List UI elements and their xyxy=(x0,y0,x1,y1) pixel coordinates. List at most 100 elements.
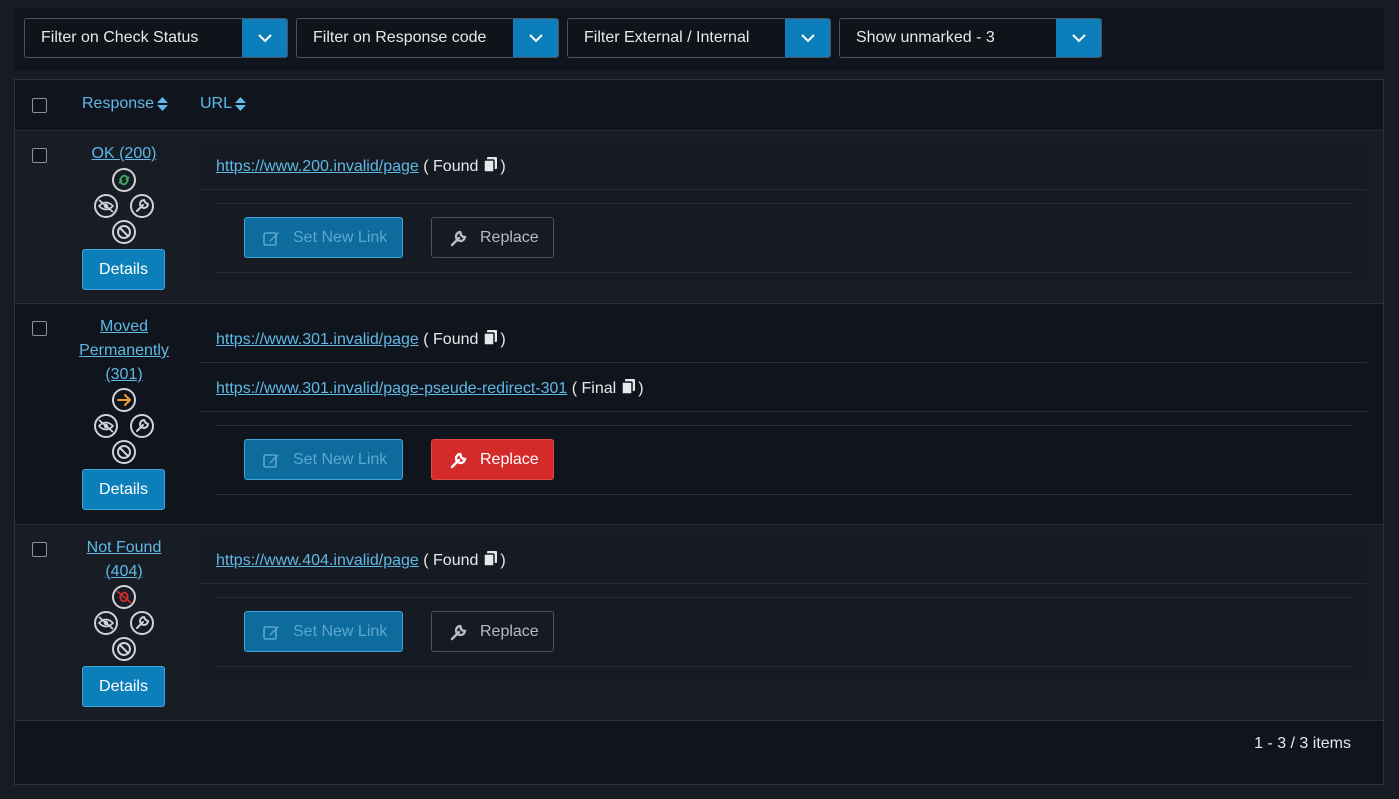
column-header-url[interactable]: URL xyxy=(200,95,247,113)
eye-slash-icon[interactable] xyxy=(93,193,119,219)
ban-icon[interactable] xyxy=(111,439,137,465)
replace-label: Replace xyxy=(480,229,539,246)
copy-icon[interactable] xyxy=(621,378,636,395)
ban-icon[interactable] xyxy=(111,219,137,245)
broken-link-icon xyxy=(112,585,136,609)
table-row: Not Found (404) Details https://www.404.… xyxy=(15,525,1383,721)
filter-show-unmarked-toggle[interactable] xyxy=(1056,19,1101,57)
copy-icon[interactable] xyxy=(483,550,498,567)
response-link[interactable]: Not Found (404) xyxy=(87,539,162,580)
url-line: https://www.200.invalid/page ( Found) xyxy=(200,142,1367,190)
set-new-link-label: Set New Link xyxy=(293,623,388,640)
url-line: https://www.301.invalid/page-pseude-redi… xyxy=(200,364,1367,412)
filter-show-unmarked[interactable]: Show unmarked - 3 xyxy=(839,18,1102,58)
copy-icon[interactable] xyxy=(483,156,498,173)
response-link-line: Not Found xyxy=(86,539,162,556)
response-cell: Moved Permanently (301) xyxy=(77,315,171,387)
url-link[interactable]: https://www.301.invalid/page xyxy=(216,331,419,348)
url-entry: https://www.200.invalid/page ( Found) xyxy=(216,156,506,175)
response-link-line: Permanently xyxy=(79,342,169,359)
redirect-icon xyxy=(112,388,136,412)
response-link-line: (301) xyxy=(105,366,143,383)
url-line: https://www.404.invalid/page ( Found) xyxy=(200,536,1367,584)
row-checkbox[interactable] xyxy=(32,542,47,557)
copy-icon[interactable] xyxy=(483,329,498,346)
filter-response-code-label: Filter on Response code xyxy=(313,29,487,46)
filter-external-internal-toggle[interactable] xyxy=(785,19,830,57)
replace-button[interactable]: Replace xyxy=(431,217,554,258)
eye-slash-icon[interactable] xyxy=(93,610,119,636)
row-actions: Set New Link Replace xyxy=(216,425,1352,495)
row-checkbox[interactable] xyxy=(32,321,47,336)
response-link[interactable]: OK (200) xyxy=(92,145,157,162)
edit-icon xyxy=(263,454,279,468)
table-row: OK (200) Details https://www.200.invalid… xyxy=(15,131,1383,304)
response-cell: Not Found (404) xyxy=(77,536,171,584)
filter-check-status-toggle[interactable] xyxy=(242,19,287,57)
url-panel: https://www.404.invalid/page ( Found) Se… xyxy=(200,536,1367,678)
wrench-icon[interactable] xyxy=(129,413,155,439)
row-checkbox[interactable] xyxy=(32,148,47,163)
row-actions: Set New Link Replace xyxy=(216,203,1352,273)
wrench-icon[interactable] xyxy=(129,610,155,636)
filter-external-internal-label: Filter External / Internal xyxy=(584,29,750,46)
url-entry: https://www.301.invalid/page-pseude-redi… xyxy=(216,378,644,397)
replace-label: Replace xyxy=(480,451,539,468)
links-table: Response URL OK (200) Details https://ww… xyxy=(14,79,1384,785)
ban-icon[interactable] xyxy=(111,636,137,662)
set-new-link-button[interactable]: Set New Link xyxy=(244,611,403,652)
wrench-icon xyxy=(450,624,467,641)
chevron-down-icon xyxy=(1071,34,1086,43)
url-link[interactable]: https://www.200.invalid/page xyxy=(216,158,419,175)
column-header-response-label: Response xyxy=(82,95,155,112)
wrench-icon xyxy=(450,230,467,247)
select-all-checkbox[interactable] xyxy=(32,98,47,113)
url-status: Found xyxy=(433,552,479,569)
row-actions: Set New Link Replace xyxy=(216,597,1352,667)
wrench-icon xyxy=(450,452,467,469)
url-panel: https://www.301.invalid/page ( Found) ht… xyxy=(200,315,1367,505)
details-button[interactable]: Details xyxy=(82,666,165,707)
filter-external-internal[interactable]: Filter External / Internal xyxy=(567,18,831,58)
url-panel: https://www.200.invalid/page ( Found) Se… xyxy=(200,142,1367,284)
set-new-link-button[interactable]: Set New Link xyxy=(244,217,403,258)
url-status: Found xyxy=(433,331,479,348)
sort-icon xyxy=(235,96,247,111)
eye-slash-icon[interactable] xyxy=(93,413,119,439)
filter-check-status-label: Filter on Check Status xyxy=(41,29,199,46)
chevron-down-icon xyxy=(800,34,815,43)
filter-response-code-toggle[interactable] xyxy=(513,19,558,57)
response-link[interactable]: Moved Permanently (301) xyxy=(79,318,169,383)
url-status: Found xyxy=(433,158,479,175)
url-link[interactable]: https://www.404.invalid/page xyxy=(216,552,419,569)
replace-button[interactable]: Replace xyxy=(431,439,554,480)
response-cell: OK (200) xyxy=(77,142,171,166)
pager-summary: 1 - 3 / 3 items xyxy=(1254,735,1351,752)
details-button[interactable]: Details xyxy=(82,469,165,510)
wrench-icon[interactable] xyxy=(129,193,155,219)
edit-icon xyxy=(263,232,279,246)
replace-button[interactable]: Replace xyxy=(431,611,554,652)
edit-icon xyxy=(263,626,279,640)
set-new-link-button[interactable]: Set New Link xyxy=(244,439,403,480)
response-link-line: Moved xyxy=(99,318,149,335)
url-entry: https://www.404.invalid/page ( Found) xyxy=(216,550,506,569)
set-new-link-label: Set New Link xyxy=(293,229,388,246)
chevron-down-icon xyxy=(528,34,543,43)
details-button[interactable]: Details xyxy=(82,249,165,290)
table-row: Moved Permanently (301) Details https://… xyxy=(15,304,1383,525)
set-new-link-label: Set New Link xyxy=(293,451,388,468)
url-link[interactable]: https://www.301.invalid/page-pseude-redi… xyxy=(216,380,567,397)
sort-icon xyxy=(157,96,169,111)
url-entry: https://www.301.invalid/page ( Found) xyxy=(216,329,506,348)
column-header-response[interactable]: Response xyxy=(82,95,169,113)
table-header: Response URL xyxy=(15,80,1383,131)
column-header-url-label: URL xyxy=(200,95,233,112)
link-ok-icon xyxy=(112,168,136,192)
chevron-down-icon xyxy=(257,34,272,43)
replace-label: Replace xyxy=(480,623,539,640)
filter-check-status[interactable]: Filter on Check Status xyxy=(24,18,288,58)
filter-bar: Filter on Check Status Filter on Respons… xyxy=(14,8,1384,70)
response-link-line: (404) xyxy=(105,563,143,580)
filter-response-code[interactable]: Filter on Response code xyxy=(296,18,559,58)
